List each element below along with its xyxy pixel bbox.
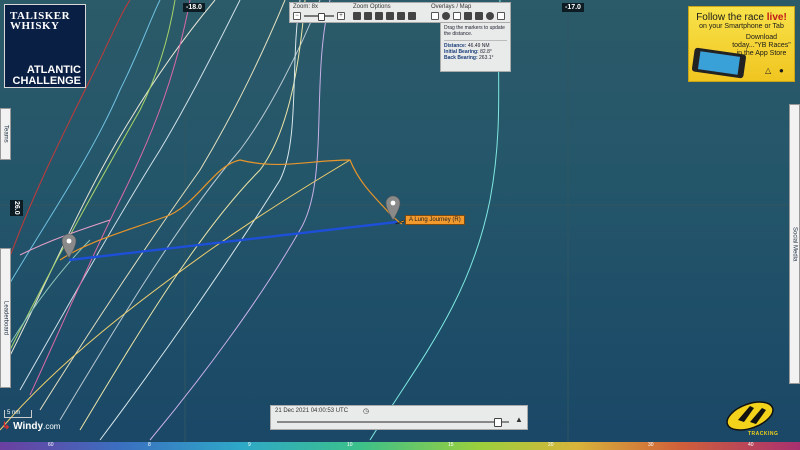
flag-icon[interactable] bbox=[353, 12, 361, 20]
wind-icon[interactable] bbox=[475, 12, 483, 20]
ad-headline: Follow the race live! bbox=[689, 12, 794, 23]
windscale-tick: 20 bbox=[548, 442, 554, 448]
scale-label: 5 nm bbox=[7, 410, 21, 416]
ad-headline-live: live! bbox=[766, 12, 787, 23]
back-bearing-value: 263.1° bbox=[479, 55, 494, 61]
target-icon[interactable] bbox=[408, 12, 416, 20]
scale-bar: 5 nm bbox=[4, 410, 32, 418]
teams-tab[interactable]: Teams bbox=[0, 108, 11, 160]
distance-instructions: Drag the markers to update the distance. bbox=[444, 25, 505, 37]
fleet-tracks bbox=[0, 0, 800, 450]
windy-suffix: .com bbox=[43, 422, 61, 431]
yb-tracking-logo[interactable]: TRACKING bbox=[724, 400, 779, 440]
fit-icon[interactable] bbox=[397, 12, 405, 20]
overlays-label: Overlays / Map bbox=[431, 4, 472, 10]
logo-event: ATLANTIC CHALLENGE bbox=[12, 64, 81, 87]
map-canvas[interactable] bbox=[0, 0, 800, 450]
zoom-out-button[interactable]: − bbox=[293, 12, 301, 20]
back-bearing-label: Back Bearing: bbox=[444, 55, 478, 61]
course-flag-icon[interactable] bbox=[464, 12, 472, 20]
grid-icon[interactable] bbox=[431, 12, 439, 20]
ad-headline-text: Follow the race bbox=[696, 12, 764, 23]
measure-line bbox=[68, 220, 398, 262]
ad-line-2: on your Smartphone or Tab bbox=[699, 23, 784, 30]
teams-tab-label: Teams bbox=[2, 125, 9, 143]
app-ad-banner[interactable]: Follow the race live! on your Smartphone… bbox=[688, 6, 795, 82]
windscale-tick: 10 bbox=[347, 442, 353, 448]
yb-tracking-text: TRACKING bbox=[748, 431, 779, 437]
group-icon[interactable] bbox=[375, 12, 383, 20]
windscale-tick: 8 bbox=[148, 442, 151, 448]
social-media-tab[interactable]: Social Media bbox=[789, 104, 800, 384]
leaderboard-tab[interactable]: Leaderboard bbox=[0, 248, 11, 388]
zoom-minus-glyph: − bbox=[295, 13, 299, 19]
windy-text: Windy bbox=[13, 421, 44, 432]
timeline-timestamp: 21 Dec 2021 04:00:53 UTC bbox=[275, 408, 349, 414]
distance-panel: Drag the markers to update the distance.… bbox=[440, 22, 511, 72]
day-night-icon[interactable] bbox=[442, 12, 450, 20]
zoom-slider-thumb[interactable] bbox=[317, 13, 325, 21]
windy-icon: ↳ bbox=[2, 421, 11, 432]
zoom-label: Zoom: 8x bbox=[293, 4, 319, 10]
measure-marker-end[interactable] bbox=[385, 195, 401, 221]
boat-track bbox=[79, 0, 306, 431]
map-style-icon[interactable] bbox=[497, 12, 505, 20]
zoom-plus-glyph: + bbox=[339, 13, 343, 19]
windy-logo[interactable]: ↳ Windy.com bbox=[2, 421, 60, 432]
talisker-logo[interactable]: TALISKER WHISKY ATLANTIC CHALLENGE bbox=[4, 4, 86, 88]
windscale-tick: 30 bbox=[648, 442, 654, 448]
windscale-tick: 9 bbox=[248, 442, 251, 448]
windscale-tick: 40 bbox=[748, 442, 754, 448]
clock-icon[interactable]: ◷ bbox=[363, 407, 369, 415]
selected-boat-track bbox=[59, 159, 403, 261]
social-media-tab-label: Social Media bbox=[791, 226, 798, 262]
apple-icon: ● bbox=[779, 66, 784, 75]
wind-color-scale: 60 8 9 10 15 20 30 40 bbox=[0, 442, 800, 450]
timeline-panel: 21 Dec 2021 04:00:53 UTC ◷ ▲ bbox=[270, 405, 528, 430]
boat-label[interactable]: A Lung Journey (R) bbox=[405, 215, 465, 225]
boat-track bbox=[149, 0, 331, 441]
android-icon: △ bbox=[765, 66, 772, 75]
ad-line-3: Download today..."YB Races" bbox=[732, 34, 791, 49]
longitude-tick: -17.0 bbox=[562, 3, 584, 12]
timeline-expand-icon[interactable]: ▲ bbox=[515, 415, 523, 424]
ruler-icon[interactable] bbox=[453, 12, 461, 20]
people-icon[interactable] bbox=[386, 12, 394, 20]
latitude-tick: 26.0 bbox=[10, 200, 23, 216]
windscale-tick: 15 bbox=[448, 442, 454, 448]
zoom-in-button[interactable]: + bbox=[337, 12, 345, 20]
leaderboard-tab-label: Leaderboard bbox=[2, 300, 9, 336]
windscale-tick: 60 bbox=[48, 442, 54, 448]
logo-brand: TALISKER WHISKY bbox=[10, 10, 71, 32]
timeline-track[interactable] bbox=[277, 421, 509, 423]
globe-icon[interactable] bbox=[486, 12, 494, 20]
yb-logo-mark bbox=[726, 401, 774, 431]
map-toolbar: Zoom: 8x − + Zoom Options Overlays / Map bbox=[289, 2, 511, 23]
boat-track bbox=[59, 0, 321, 421]
measure-marker-start[interactable] bbox=[61, 233, 77, 259]
timeline-thumb[interactable] bbox=[494, 418, 503, 427]
boat-track bbox=[99, 0, 301, 441]
zoom-options-label: Zoom Options bbox=[353, 4, 391, 10]
longitude-tick: -18.0 bbox=[183, 3, 205, 12]
selection-icon[interactable] bbox=[364, 12, 372, 20]
